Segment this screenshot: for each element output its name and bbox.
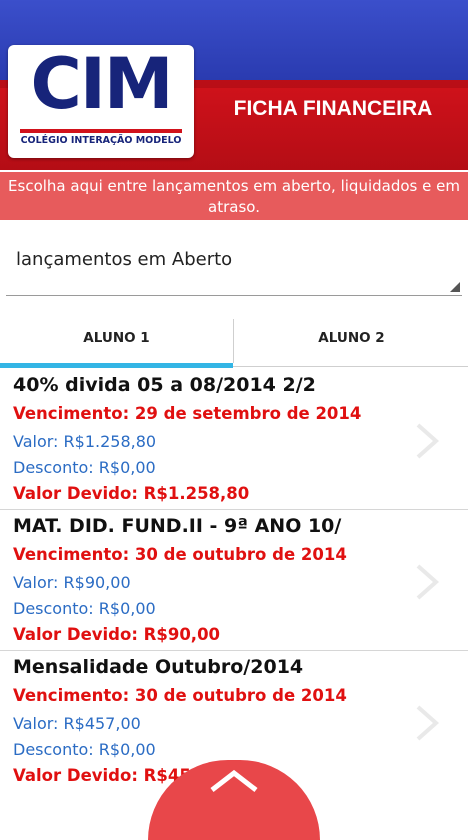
item-discount: Desconto: R$0,00	[13, 740, 156, 759]
tab-aluno-1[interactable]: ALUNO 1	[0, 317, 233, 369]
page-title: FICHA FINANCEIRA	[233, 97, 433, 120]
item-value: Valor: R$1.258,80	[13, 432, 157, 451]
item-due-date: Vencimento: 29 de setembro de 2014	[13, 404, 362, 423]
item-value: Valor: R$90,00	[13, 573, 131, 592]
item-amount-due: Valor Devido: R$90,00	[13, 625, 221, 644]
item-discount: Desconto: R$0,00	[13, 458, 156, 477]
tab-baseline	[233, 366, 468, 367]
status-filter-value: lançamentos em Aberto	[16, 249, 233, 270]
chevron-right-icon[interactable]	[410, 422, 444, 460]
tab-aluno-2[interactable]: ALUNO 2	[235, 317, 468, 369]
logo-letters: CIM	[30, 43, 173, 125]
logo-tagline: COLÉGIO INTERAÇÃO MODELO	[20, 135, 182, 146]
charges-list: 40% divida 05 a 08/2014 2/2 Vencimento: …	[0, 370, 468, 800]
logo-underline	[20, 129, 182, 133]
status-filter-dropdown[interactable]: lançamentos em Aberto	[6, 240, 462, 296]
student-tabs: ALUNO 1 ALUNO 2	[0, 317, 468, 369]
item-title: 40% divida 05 a 08/2014 2/2	[13, 374, 316, 396]
active-tab-indicator	[0, 363, 233, 368]
list-item[interactable]: MAT. DID. FUND.II - 9ª ANO 10/ Venciment…	[0, 511, 468, 651]
school-logo: CIM COLÉGIO INTERAÇÃO MODELO	[8, 43, 194, 158]
tab-divider	[233, 319, 234, 363]
list-item[interactable]: 40% divida 05 a 08/2014 2/2 Vencimento: …	[0, 370, 468, 510]
item-amount-due: Valor Devido: R$1.258,80	[13, 484, 250, 503]
chevron-right-icon[interactable]	[410, 704, 444, 742]
item-title: Mensalidade Outubro/2014	[13, 656, 304, 678]
chevron-right-icon[interactable]	[410, 563, 444, 601]
item-value: Valor: R$457,00	[13, 714, 141, 733]
dropdown-corner-arrow-icon	[450, 282, 460, 292]
item-discount: Desconto: R$0,00	[13, 599, 156, 618]
chevron-up-icon	[210, 769, 258, 792]
item-due-date: Vencimento: 30 de outubro de 2014	[13, 545, 347, 564]
item-title: MAT. DID. FUND.II - 9ª ANO 10/	[13, 515, 342, 537]
item-due-date: Vencimento: 30 de outubro de 2014	[13, 686, 347, 705]
filter-hint-banner: Escolha aqui entre lançamentos em aberto…	[0, 172, 468, 220]
app-header: CIM COLÉGIO INTERAÇÃO MODELO FICHA FINAN…	[0, 0, 468, 170]
